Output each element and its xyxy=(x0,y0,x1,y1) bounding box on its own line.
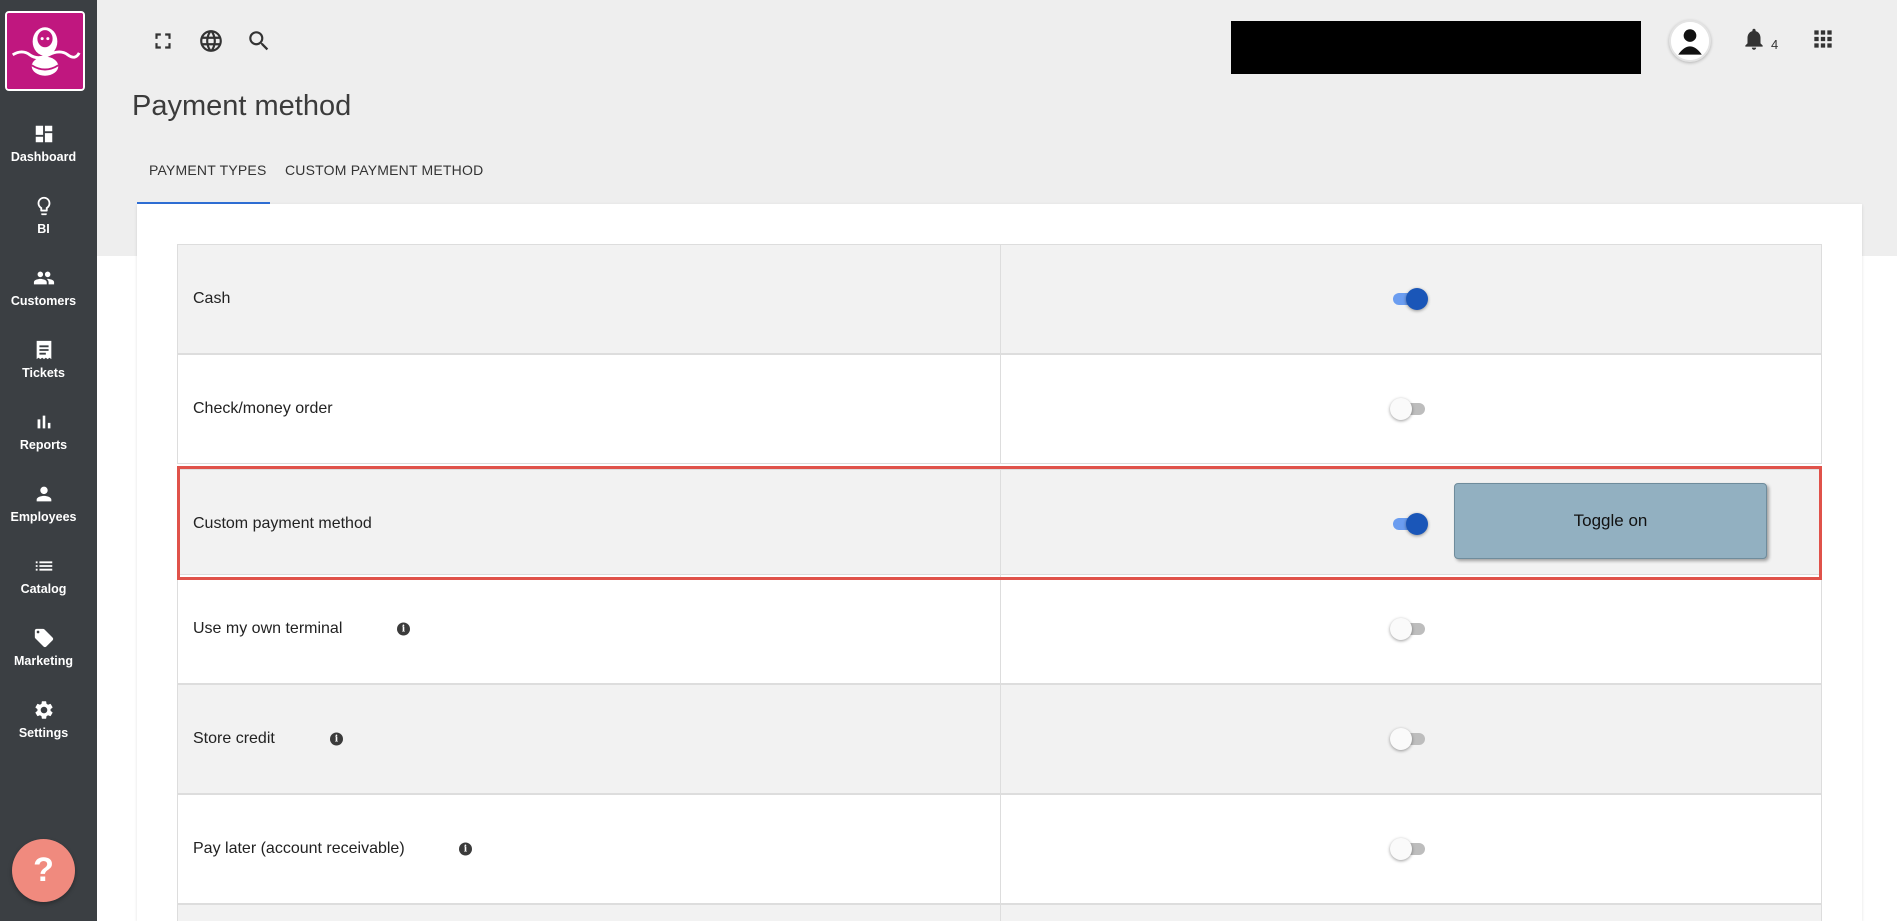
notification-count: 4 xyxy=(1771,37,1779,52)
column-divider xyxy=(1000,905,1001,921)
search-icon[interactable] xyxy=(246,28,272,54)
gear-icon xyxy=(33,699,55,721)
nav-label-tickets: Tickets xyxy=(22,366,65,380)
nav-label-customers: Customers xyxy=(10,294,77,308)
user-silhouette-icon xyxy=(1671,22,1709,60)
column-divider xyxy=(1000,685,1001,793)
apps-grid-icon[interactable] xyxy=(1810,26,1836,52)
nav-label-marketing: Marketing xyxy=(13,654,74,668)
help-button[interactable]: ? xyxy=(12,839,75,902)
payment-label: Custom payment method xyxy=(193,515,372,532)
tab-custom-payment-method[interactable]: CUSTOM PAYMENT METHOD xyxy=(285,162,483,178)
info-icon[interactable]: i xyxy=(459,842,472,856)
brand-logo[interactable] xyxy=(5,11,85,91)
column-divider xyxy=(1000,575,1001,683)
nav-customers[interactable]: Customers xyxy=(0,263,87,325)
payment-row-check: Check/money order xyxy=(177,354,1822,464)
toggle-check[interactable] xyxy=(1390,397,1428,421)
payment-label: Check/money order xyxy=(193,400,333,417)
toggle-pay-later[interactable] xyxy=(1390,837,1428,861)
logo-graphic xyxy=(7,13,83,89)
info-icon[interactable]: i xyxy=(330,732,343,746)
bar-chart-icon xyxy=(33,411,55,433)
nav-settings[interactable]: Settings xyxy=(0,695,87,757)
person-icon xyxy=(33,483,55,505)
column-divider xyxy=(1000,355,1001,463)
nav-label-reports: Reports xyxy=(19,438,68,452)
toggle-custom-payment[interactable] xyxy=(1390,512,1428,536)
nav-label-dashboard: Dashboard xyxy=(10,150,77,164)
payment-label: Pay later (account receivable) xyxy=(193,840,405,857)
column-divider xyxy=(1000,245,1001,353)
user-avatar[interactable] xyxy=(1669,20,1711,62)
toggle-on-tooltip: Toggle on xyxy=(1454,483,1767,559)
receipt-icon xyxy=(33,339,55,361)
payment-label: Store credit xyxy=(193,730,275,747)
redacted-area xyxy=(1231,21,1641,74)
column-divider xyxy=(1000,795,1001,903)
page-title: Payment method xyxy=(132,90,352,122)
payment-row-own-terminal: Use my own terminal i xyxy=(177,574,1822,684)
nav-label-bi: BI xyxy=(37,222,50,236)
nav-reports[interactable]: Reports xyxy=(0,407,87,469)
nav-marketing[interactable]: Marketing xyxy=(0,623,87,685)
nav-employees[interactable]: Employees xyxy=(0,479,87,541)
nav-dashboard[interactable]: Dashboard xyxy=(0,119,87,181)
globe-icon[interactable] xyxy=(198,28,224,54)
nav-catalog[interactable]: Catalog xyxy=(0,551,87,613)
notification-bell-icon[interactable] xyxy=(1741,26,1767,52)
tab-payment-types[interactable]: PAYMENT TYPES xyxy=(149,162,267,178)
nav-label-catalog: Catalog xyxy=(20,582,67,596)
info-icon[interactable]: i xyxy=(397,622,410,636)
payment-row-store-credit: Store credit i xyxy=(177,684,1822,794)
payment-row-partial xyxy=(177,904,1822,921)
column-divider xyxy=(1000,470,1001,578)
sidebar: Dashboard BI Customers Tickets Reports E… xyxy=(0,0,97,921)
nav-label-employees: Employees xyxy=(10,510,77,524)
tag-icon xyxy=(33,627,55,649)
payment-label: Use my own terminal xyxy=(193,620,343,637)
nav-label-settings: Settings xyxy=(18,726,69,740)
list-icon xyxy=(33,555,55,577)
toggle-own-terminal[interactable] xyxy=(1390,617,1428,641)
dashboard-icon xyxy=(33,123,55,145)
toggle-store-credit[interactable] xyxy=(1390,727,1428,751)
payment-row-cash: Cash xyxy=(177,244,1822,354)
toggle-cash[interactable] xyxy=(1390,287,1428,311)
payment-label: Cash xyxy=(193,290,231,307)
nav-tickets[interactable]: Tickets xyxy=(0,335,87,397)
fullscreen-icon[interactable] xyxy=(150,28,176,54)
people-icon xyxy=(33,267,55,289)
nav-bi[interactable]: BI xyxy=(0,191,87,253)
lightbulb-icon xyxy=(33,195,55,217)
payment-row-pay-later: Pay later (account receivable) i xyxy=(177,794,1822,904)
